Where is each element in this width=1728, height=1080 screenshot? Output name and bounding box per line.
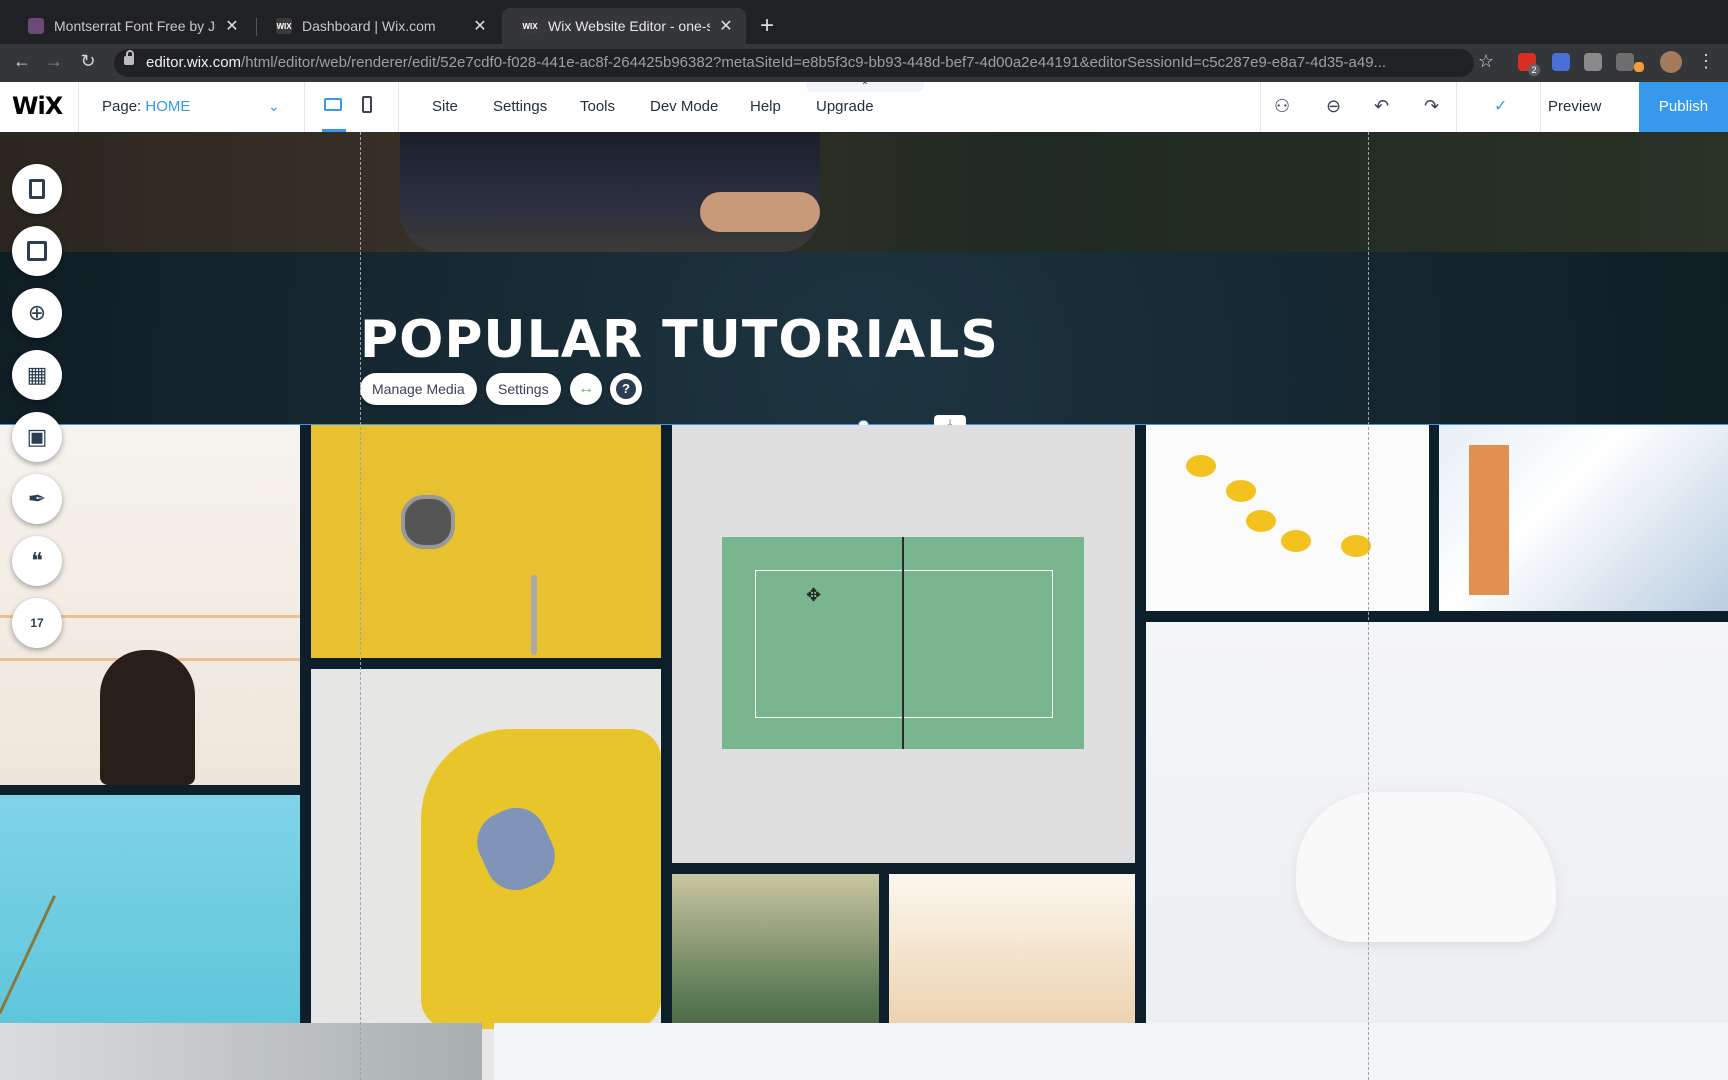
extension-translate-icon[interactable]	[1552, 53, 1570, 71]
address-bar[interactable]: editor.wix.com/html/editor/web/renderer/…	[114, 49, 1474, 77]
help-icon: ?	[616, 379, 636, 399]
chat-icon[interactable]: ❝	[12, 536, 62, 586]
divider	[1260, 82, 1261, 132]
calendar-icon[interactable]: 17	[12, 598, 62, 648]
url-host: editor.wix.com	[146, 54, 242, 71]
background-icon[interactable]	[12, 226, 62, 276]
building-facade	[1469, 445, 1509, 595]
next-section-blank[interactable]	[494, 1023, 1728, 1080]
door-peephole	[401, 495, 455, 549]
redo-icon[interactable]: ↷	[1424, 96, 1439, 117]
manage-media-button[interactable]: Manage Media	[360, 373, 477, 405]
reload-icon[interactable]: ↻	[76, 51, 100, 72]
wix-logo[interactable]: WiX	[12, 92, 63, 120]
forward-icon[interactable]: →	[42, 51, 66, 72]
tab-label: Wix Website Editor - one-skill	[548, 18, 710, 34]
lemon	[1246, 510, 1276, 532]
door-handle	[531, 575, 537, 655]
mobile-view-icon[interactable]	[362, 96, 372, 113]
desktop-view-icon[interactable]	[324, 98, 342, 111]
menu-dev-mode[interactable]: Dev Mode	[650, 98, 718, 115]
editor-canvas[interactable]: POPULAR TUTORIALS Manage Media Settings …	[0, 132, 1728, 1080]
fox	[1296, 792, 1556, 942]
lemon	[1281, 530, 1311, 552]
wix-favicon-icon: WIX	[522, 18, 538, 34]
bookmark-star-icon[interactable]: ☆	[1474, 51, 1498, 72]
divider	[78, 82, 79, 132]
gallery-settings-button[interactable]: Settings	[486, 373, 561, 405]
invite-collaborators-icon[interactable]: ⚇	[1274, 96, 1290, 117]
arctic-fox-photo[interactable]	[1146, 622, 1728, 1080]
more-menu-icon[interactable]: ⋮	[1694, 51, 1718, 72]
divider	[1456, 82, 1457, 132]
tennis-court-photo[interactable]: ✥	[672, 425, 1135, 863]
yellow-door-photo[interactable]	[311, 425, 661, 658]
profile-avatar[interactable]	[1660, 51, 1682, 73]
gridline-left	[360, 132, 361, 1080]
lemon	[1186, 455, 1216, 477]
extension-bookmark-icon[interactable]	[1616, 53, 1634, 71]
pro-gallery[interactable]: ✥	[0, 425, 1728, 1080]
building-photo[interactable]	[1439, 425, 1728, 611]
browser-tab-dashboard[interactable]: WIX Dashboard | Wix.com ✕	[256, 8, 500, 44]
court-net	[902, 537, 904, 749]
hero-photo[interactable]	[0, 132, 1728, 252]
divider	[398, 82, 399, 132]
apps-icon[interactable]: ▦	[12, 350, 62, 400]
menu-site[interactable]: Site	[432, 98, 458, 115]
chevron-down-icon[interactable]: ⌄	[268, 98, 280, 115]
move-cursor-icon: ✥	[806, 585, 822, 605]
montserrat-favicon-icon	[28, 18, 44, 34]
close-icon[interactable]: ✕	[718, 16, 734, 36]
undo-icon[interactable]: ↶	[1374, 96, 1389, 117]
gridline-right	[1368, 132, 1369, 1080]
person-hand	[700, 192, 820, 232]
lemon	[1341, 535, 1371, 557]
new-tab-button[interactable]: +	[760, 12, 774, 40]
extension-pencil-icon[interactable]	[1634, 62, 1644, 72]
wix-favicon-icon: WIX	[276, 18, 292, 34]
collapse-topbar-handle[interactable]: ⌃	[806, 82, 924, 92]
yellow-sofa-photo[interactable]	[311, 669, 661, 1080]
browser-tab-wix-editor[interactable]: WIX Wix Website Editor - one-skill ✕	[502, 8, 746, 44]
next-section-photo[interactable]	[0, 1023, 482, 1080]
extension-grid-icon[interactable]	[1584, 53, 1602, 71]
menu-upgrade[interactable]: Upgrade	[816, 98, 874, 115]
lock-icon	[124, 50, 134, 65]
page-selector[interactable]: Page: HOME	[102, 98, 190, 115]
publish-button[interactable]: Publish	[1639, 82, 1728, 132]
menu-settings[interactable]: Settings	[493, 98, 547, 115]
menu-tools[interactable]: Tools	[580, 98, 615, 115]
media-icon[interactable]: ▣	[12, 412, 62, 462]
section-heading[interactable]: POPULAR TUTORIALS	[360, 310, 999, 370]
add-icon[interactable]: ⊕	[12, 288, 62, 338]
court-lines	[755, 570, 1053, 718]
browser-tab-montserrat[interactable]: Montserrat Font Free by Juliet ✕	[8, 8, 252, 44]
back-icon[interactable]: ←	[10, 51, 34, 72]
help-button[interactable]: ?	[610, 373, 642, 405]
pen-icon[interactable]: ✒	[12, 474, 62, 524]
tab-label: Montserrat Font Free by Juliet	[54, 18, 216, 34]
close-icon[interactable]: ✕	[224, 16, 240, 36]
url-path: /html/editor/web/renderer/edit/52e7cdf0-…	[241, 54, 1387, 71]
zoom-out-icon[interactable]: ⊖	[1326, 96, 1341, 117]
extension-badge: 2	[1528, 64, 1540, 76]
pages-icon[interactable]	[12, 164, 62, 214]
menu-help[interactable]: Help	[750, 98, 781, 115]
saved-check-icon[interactable]: ✓	[1494, 96, 1507, 116]
lemons-photo[interactable]	[1146, 425, 1429, 611]
divider	[304, 82, 305, 132]
tab-label: Dashboard | Wix.com	[302, 18, 436, 34]
divider	[1540, 82, 1541, 132]
close-icon[interactable]: ✕	[472, 16, 488, 36]
woman-silhouette	[100, 650, 195, 785]
page-value: HOME	[145, 98, 191, 115]
preview-button[interactable]: Preview	[1548, 98, 1601, 115]
page-label: Page:	[102, 98, 142, 115]
stretch-icon[interactable]: ↔	[570, 373, 602, 405]
lemon	[1226, 480, 1256, 502]
